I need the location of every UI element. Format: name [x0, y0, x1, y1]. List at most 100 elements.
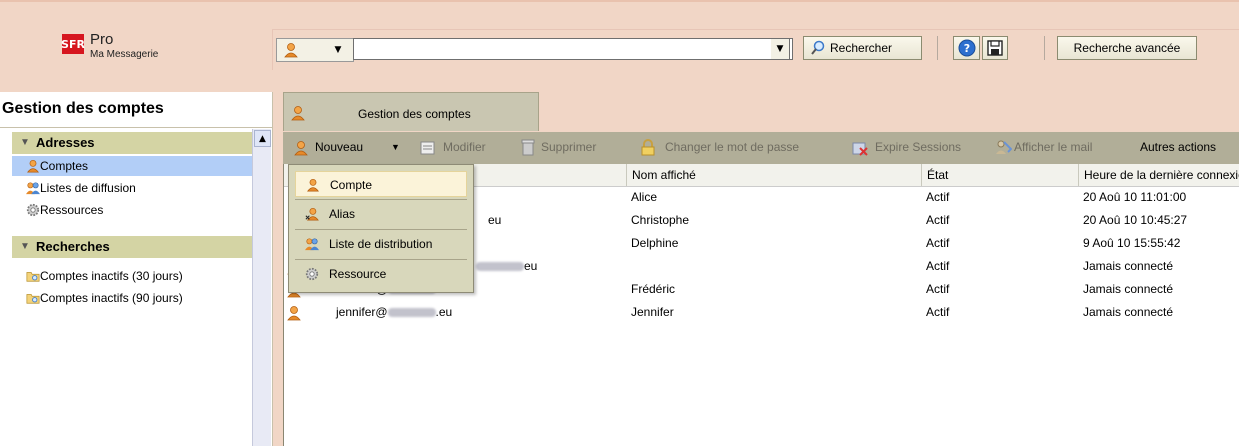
display-name-cell: Christophe: [631, 213, 690, 227]
new-button[interactable]: Nouveau: [315, 140, 363, 154]
column-header-last-connection[interactable]: Heure de la dernière connexion: [1078, 164, 1239, 186]
menu-item-compte[interactable]: Compte: [295, 171, 467, 197]
show-mail-button[interactable]: Afficher le mail: [1014, 140, 1092, 154]
delete-button[interactable]: Supprimer: [541, 140, 596, 154]
left-scrollbar[interactable]: ▲: [252, 129, 271, 446]
display-name-cell: Jennifer: [631, 305, 674, 319]
chevron-down-icon[interactable]: ▼: [391, 142, 400, 152]
sidebar-item-label: Comptes inactifs (30 jours): [40, 269, 183, 283]
search-type-select[interactable]: ▼: [276, 38, 354, 62]
modify-button[interactable]: Modifier: [443, 140, 486, 154]
tab-gestion-comptes[interactable]: Gestion des comptes: [283, 92, 539, 131]
section-addresses[interactable]: ▼ Adresses: [12, 132, 252, 154]
sidebar-item-inactive-90[interactable]: Comptes inactifs (90 jours): [12, 288, 252, 308]
state-cell: Actif: [926, 236, 950, 250]
last-connection-cell: 9 Aoû 10 15:55:42: [1083, 236, 1181, 250]
column-header-display-name[interactable]: Nom affiché: [626, 164, 921, 186]
logo-title: Pro: [90, 31, 114, 48]
email-cell: eu: [476, 255, 537, 278]
state-cell: Actif: [926, 190, 950, 204]
user-icon: [307, 178, 319, 192]
search-input[interactable]: [353, 38, 793, 60]
expire-sessions-icon: [852, 142, 868, 156]
search-folder-icon: [26, 294, 40, 304]
user-icon: [291, 106, 305, 121]
toolbar-separator: [937, 36, 938, 60]
group-icon: [305, 238, 319, 251]
left-panel-title: Gestion des comptes: [0, 92, 272, 128]
sidebar-item-label: Ressources: [40, 203, 104, 217]
menu-item-label: Liste de distribution: [329, 237, 433, 251]
email-cell-suffix: .eu: [435, 305, 453, 319]
sidebar-item-listes-diffusion[interactable]: Listes de diffusion: [12, 178, 252, 198]
state-cell: Actif: [926, 259, 950, 273]
lock-icon: [641, 139, 655, 156]
save-button[interactable]: [982, 36, 1008, 60]
user-icon: [294, 141, 308, 156]
email-cell: jennifer@ .eu: [336, 301, 452, 324]
expire-sessions-button[interactable]: Expire Sessions: [875, 140, 961, 154]
menu-item-alias[interactable]: Alias: [295, 201, 467, 227]
change-password-button[interactable]: Changer le mot de passe: [665, 140, 799, 154]
display-name-cell: Delphine: [631, 236, 679, 250]
state-cell: Actif: [926, 305, 950, 319]
last-connection-cell: Jamais connecté: [1083, 305, 1174, 319]
other-actions-button[interactable]: Autres actions: [1140, 140, 1216, 154]
edit-icon: [420, 141, 435, 155]
search-button-label: Rechercher: [830, 41, 893, 55]
sidebar-item-inactive-30[interactable]: Comptes inactifs (30 jours): [12, 266, 252, 286]
search-history-dropdown[interactable]: ▼: [771, 38, 790, 60]
user-icon: [284, 43, 298, 58]
email-cell-prefix: jennifer@: [336, 305, 388, 319]
search-button[interactable]: Rechercher: [803, 36, 922, 60]
menu-item-label: Compte: [330, 178, 373, 192]
actions-toolbar: Nouveau ▼ Modifier Supprimer Changer le …: [283, 132, 1239, 164]
gear-icon: [26, 203, 40, 217]
redacted-domain: [387, 308, 436, 317]
search-folder-icon: [26, 272, 40, 282]
menu-separator: [295, 199, 467, 200]
last-connection-cell: 20 Aoû 10 10:45:27: [1083, 213, 1188, 227]
menu-item-label: Ressource: [329, 267, 387, 281]
display-name-cell: Frédéric: [631, 282, 676, 296]
sidebar-item-label: Comptes: [40, 159, 89, 173]
advanced-search-button[interactable]: Recherche avancée: [1057, 36, 1197, 60]
group-icon: [26, 182, 40, 195]
collapse-triangle-icon: ▼: [20, 137, 30, 148]
table-row[interactable]: jennifer@ .eu Jennifer Actif Jamais conne…: [284, 301, 1239, 324]
last-connection-cell: 20 Aoû 10 11:01:00: [1083, 190, 1187, 204]
menu-separator: [295, 259, 467, 260]
redacted-domain: [476, 262, 524, 271]
email-cell-suffix: eu: [488, 213, 502, 227]
user-icon: [27, 159, 39, 173]
svg-text:?: ?: [963, 42, 969, 55]
column-header-state[interactable]: État: [921, 164, 1078, 186]
sidebar-item-label: Listes de diffusion: [40, 181, 136, 195]
sidebar-item-comptes[interactable]: Comptes: [12, 156, 252, 176]
logo-subtitle: Ma Messagerie: [90, 49, 159, 60]
scroll-up-arrow-icon[interactable]: ▲: [254, 130, 271, 147]
tab-label: Gestion des comptes: [358, 107, 471, 121]
chevron-down-icon: ▼: [334, 45, 342, 55]
magnifier-icon: [811, 40, 825, 55]
menu-item-distribution-list[interactable]: Liste de distribution: [295, 231, 467, 257]
section-searches[interactable]: ▼ Recherches: [12, 236, 252, 258]
sidebar-item-ressources[interactable]: Ressources: [12, 200, 252, 220]
user-icon: [287, 306, 301, 321]
last-connection-cell: Jamais connecté: [1083, 282, 1174, 296]
last-connection-cell: Jamais connecté: [1083, 259, 1174, 273]
alias-icon: [305, 207, 319, 221]
section-searches-label: Recherches: [36, 239, 110, 254]
show-mail-icon: [996, 140, 1012, 154]
new-dropdown-menu: Compte Alias Liste de distribution Resso…: [288, 164, 474, 293]
left-panel: Gestion des comptes ▼ Adresses Comptes L…: [0, 92, 273, 446]
menu-item-resource[interactable]: Ressource: [295, 261, 467, 287]
state-cell: Actif: [926, 213, 950, 227]
state-cell: Actif: [926, 282, 950, 296]
help-icon: ?: [958, 39, 975, 57]
menu-separator: [295, 229, 467, 230]
menu-item-label: Alias: [329, 207, 356, 221]
section-addresses-label: Adresses: [36, 135, 95, 150]
help-button[interactable]: ?: [953, 36, 980, 60]
sfr-logo: SFR: [61, 34, 85, 54]
